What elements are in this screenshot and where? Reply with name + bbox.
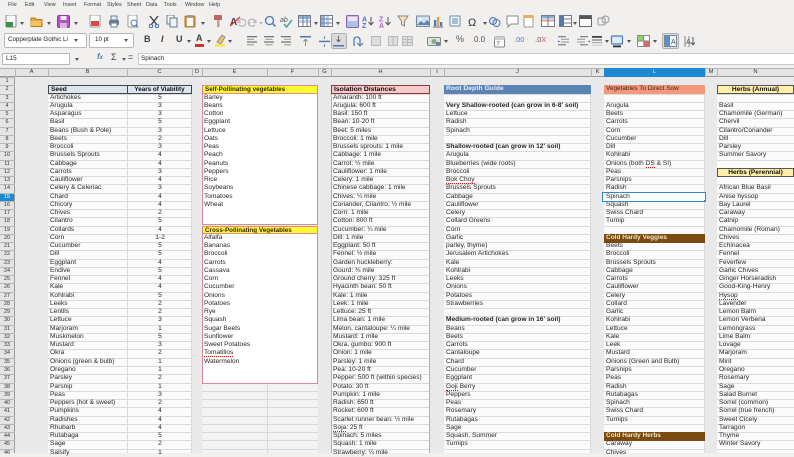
svg-text:A: A — [671, 39, 676, 46]
svg-text:Ω: Ω — [468, 17, 476, 28]
svg-text:Z: Z — [362, 23, 367, 28]
svg-text:A: A — [379, 23, 384, 28]
svg-text:ab: ab — [280, 17, 288, 24]
svg-text:A: A — [686, 39, 691, 46]
